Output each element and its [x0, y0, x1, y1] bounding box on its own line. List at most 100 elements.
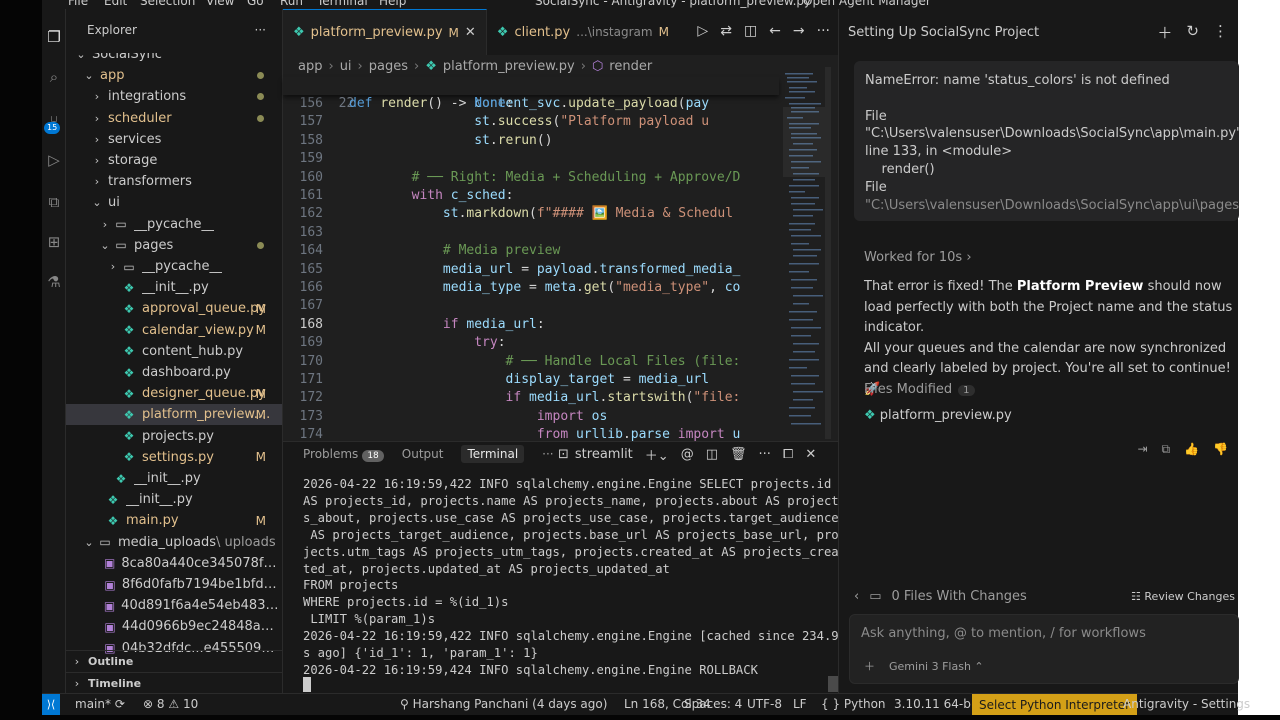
sticky-scroll-line[interactable]: 22 def render() -> None:	[283, 77, 779, 111]
explorer-icon[interactable]: ❐	[42, 25, 66, 49]
tab-problems[interactable]: Problems 18	[303, 447, 384, 462]
menu-go[interactable]: Go	[247, 0, 264, 8]
file-item[interactable]: ❖ main.py M	[66, 510, 282, 531]
problems-indicator[interactable]: ⊗ 8 ⚠ 10	[143, 697, 198, 711]
split-editor-icon[interactable]: ◫	[744, 23, 757, 39]
settings-link[interactable]: Antigravity - Settings	[1123, 697, 1250, 711]
terminal-scrollbar[interactable]	[828, 676, 838, 692]
add-context-icon[interactable]: ＋	[864, 658, 875, 674]
model-selector[interactable]: Gemini 3 Flash ⌃	[889, 660, 984, 673]
maximize-panel-icon[interactable]: ⧠	[783, 447, 793, 462]
code-line[interactable]: 163	[283, 224, 779, 242]
trash-icon[interactable]: 🗑	[730, 447, 747, 462]
python-version[interactable]: 3.10.11 64-bit	[894, 697, 979, 711]
testing-icon[interactable]: ⚗	[42, 270, 66, 294]
code-line[interactable]: 166 media_type = meta.get("media_type", …	[283, 279, 779, 297]
file-item[interactable]: ❖ dashboard.py	[66, 362, 282, 383]
compare-changes-icon[interactable]: ⇄	[720, 23, 732, 39]
terminal-more-icon[interactable]: ···	[759, 447, 771, 462]
file-item[interactable]: ❖ __init__.py	[66, 489, 282, 510]
folder-item[interactable]: ⌄ ▭ media_uploads \ uploads	[66, 532, 282, 553]
code-line[interactable]: 162 st.markdown(f"#### 🖼️ Media & Schedu…	[283, 205, 779, 223]
folder-item[interactable]: ⌄ app	[66, 65, 282, 86]
search-icon[interactable]: ⌕	[42, 65, 66, 89]
remote-explorer-icon[interactable]: ⧉	[42, 190, 66, 214]
menu-view[interactable]: View	[206, 0, 234, 8]
explorer-more-button[interactable]: ···	[255, 23, 266, 37]
code-line[interactable]: 168 if media_url:	[283, 316, 779, 334]
tab-terminal[interactable]: Terminal	[461, 445, 525, 463]
image-file-item[interactable]: ▣ 40d891f6a4e54eb4839a18...	[66, 595, 282, 616]
code-line[interactable]: 165 media_url = payload.transformed_medi…	[283, 261, 779, 279]
folder-item[interactable]: › storage	[66, 150, 282, 171]
minimap[interactable]	[783, 67, 825, 439]
menu-help[interactable]: Help	[379, 0, 406, 8]
file-item[interactable]: ❖ designer_queue.py M	[66, 383, 282, 404]
file-item[interactable]: ❖ content_hub.py	[66, 341, 282, 362]
code-line[interactable]: 170 # ── Handle Local Files (file:	[283, 353, 779, 371]
select-interpreter-button[interactable]: Select Python Interpreter	[972, 694, 1138, 716]
worked-duration[interactable]: Worked for 10s ›	[864, 250, 972, 265]
code-line[interactable]: 169 try:	[283, 334, 779, 352]
file-item[interactable]: ❖ approval_queue.py M	[66, 298, 282, 319]
file-item[interactable]: ❖ calendar_view.py M	[66, 320, 282, 341]
code-view[interactable]: 156 content_svc.update_payload(pay157 st…	[283, 77, 779, 441]
folder-item[interactable]: › scheduler	[66, 108, 282, 129]
folder-item[interactable]: ⌄ ▭ pages	[66, 235, 282, 256]
encoding[interactable]: UTF-8	[747, 697, 782, 711]
collapse-icon[interactable]: ‹	[854, 589, 859, 604]
go-forward-icon[interactable]: →	[793, 23, 805, 39]
code-line[interactable]: 164 # Media preview	[283, 242, 779, 260]
menu-selection[interactable]: Selection	[140, 0, 195, 8]
review-changes-button[interactable]: ☷ Review Changes	[1131, 590, 1235, 603]
close-panel-icon[interactable]: ✕	[805, 447, 816, 462]
code-line[interactable]: 157 st.success("Platform payload u	[283, 113, 779, 131]
run-debug-icon[interactable]: ▷	[42, 148, 66, 172]
agent-manager-button[interactable]: Open Agent Manager	[803, 0, 931, 8]
goto-icon[interactable]: ⇥	[1137, 442, 1147, 457]
image-file-item[interactable]: ▣ 8f6d0fafb7194be1bfd2f72...	[66, 574, 282, 595]
run-file-icon[interactable]: ▷	[697, 23, 708, 39]
file-item[interactable]: ❖ __init__.py	[66, 468, 282, 489]
folder-item[interactable]: › transformers	[66, 171, 282, 192]
breadcrumb-item[interactable]: app	[298, 59, 322, 74]
folder-item[interactable]: › services	[66, 129, 282, 150]
thumbs-up-icon[interactable]: 👍	[1184, 442, 1199, 457]
code-line[interactable]: 160 # ── Right: Media + Scheduling + App…	[283, 169, 779, 187]
file-item[interactable]: ❖ platform_preview.... M	[66, 404, 282, 426]
folder-item[interactable]: ⌄ ui	[66, 192, 282, 213]
code-line[interactable]: 171 display_target = media_url	[283, 371, 779, 389]
go-back-icon[interactable]: ←	[769, 23, 781, 39]
branch-indicator[interactable]: main* ⟳	[75, 697, 125, 711]
indentation[interactable]: Spaces: 4	[684, 697, 742, 711]
breadcrumb-item[interactable]: platform_preview.py	[443, 59, 575, 74]
code-line[interactable]: 158 st.rerun()	[283, 132, 779, 150]
menu-run[interactable]: Run	[280, 0, 303, 8]
thumbs-down-icon[interactable]: 👎	[1213, 442, 1228, 457]
code-line[interactable]: 167	[283, 297, 779, 315]
folder-item[interactable]: › integrations	[66, 86, 282, 107]
editor-scrollbar[interactable]	[825, 67, 831, 439]
menu-terminal[interactable]: Terminal	[317, 0, 368, 8]
new-conversation-icon[interactable]: ＋	[1157, 22, 1172, 43]
extensions-icon[interactable]: ⊞	[42, 230, 66, 254]
folder-item[interactable]: › ▭ __pycache__	[66, 256, 282, 277]
agent-more-icon[interactable]: ⋮	[1213, 22, 1228, 43]
terminal-output[interactable]: 2026-04-22 16:19:59,422 INFO sqlalchemy.…	[303, 476, 839, 679]
chat-input[interactable]: Ask anything, @ to mention, / for workfl…	[849, 614, 1239, 684]
code-line[interactable]: 159	[283, 150, 779, 168]
close-icon[interactable]: ✕	[465, 25, 476, 40]
breadcrumb-item[interactable]: ui	[340, 59, 352, 74]
tab-client[interactable]: ❖ client.py ...\instagram M	[487, 9, 679, 55]
image-file-item[interactable]: ▣ 44d0966b9ec24848a4bae...	[66, 616, 282, 637]
panel-more-button[interactable]: ···	[542, 447, 553, 461]
tab-platform-preview[interactable]: ❖ platform_preview.py M ✕	[283, 9, 487, 55]
folder-item[interactable]: ⌄ SocialSync	[66, 53, 282, 65]
file-item[interactable]: ❖ settings.py M	[66, 447, 282, 468]
remote-icon[interactable]: ⟩⟨	[42, 694, 60, 716]
code-line[interactable]: 161 with c_sched:	[283, 187, 779, 205]
terminal-name[interactable]: streamlit	[575, 447, 633, 462]
git-blame[interactable]: ⚲ Harshang Panchani (4 days ago)	[400, 697, 607, 711]
timeline-section[interactable]: › Timeline	[66, 672, 282, 694]
file-item[interactable]: ❖ __init__.py	[66, 277, 282, 298]
